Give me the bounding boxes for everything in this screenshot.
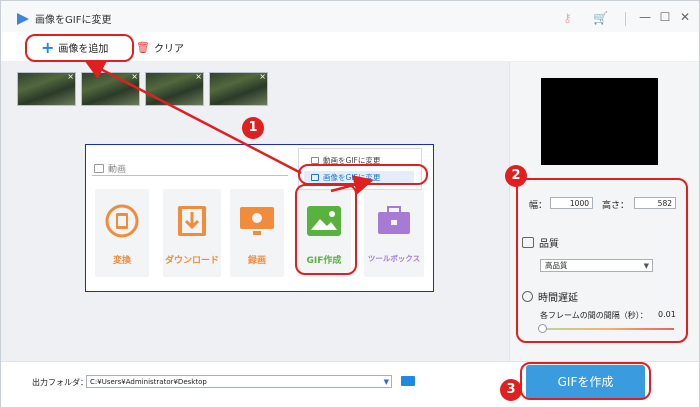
arrow-to-add-button	[84, 60, 302, 175]
app-window: 画像をGIFに変更 ⚷ 🛒 — ☐ ✕ + 画像を追加 🗑 クリア × × × …	[0, 0, 700, 407]
annotation-arrows	[84, 60, 374, 195]
step-badge-3: 3	[500, 379, 522, 401]
step-badge-1: 1	[242, 117, 264, 139]
arrow-to-dropdown	[330, 175, 374, 195]
step-badge-2: 2	[505, 165, 527, 187]
